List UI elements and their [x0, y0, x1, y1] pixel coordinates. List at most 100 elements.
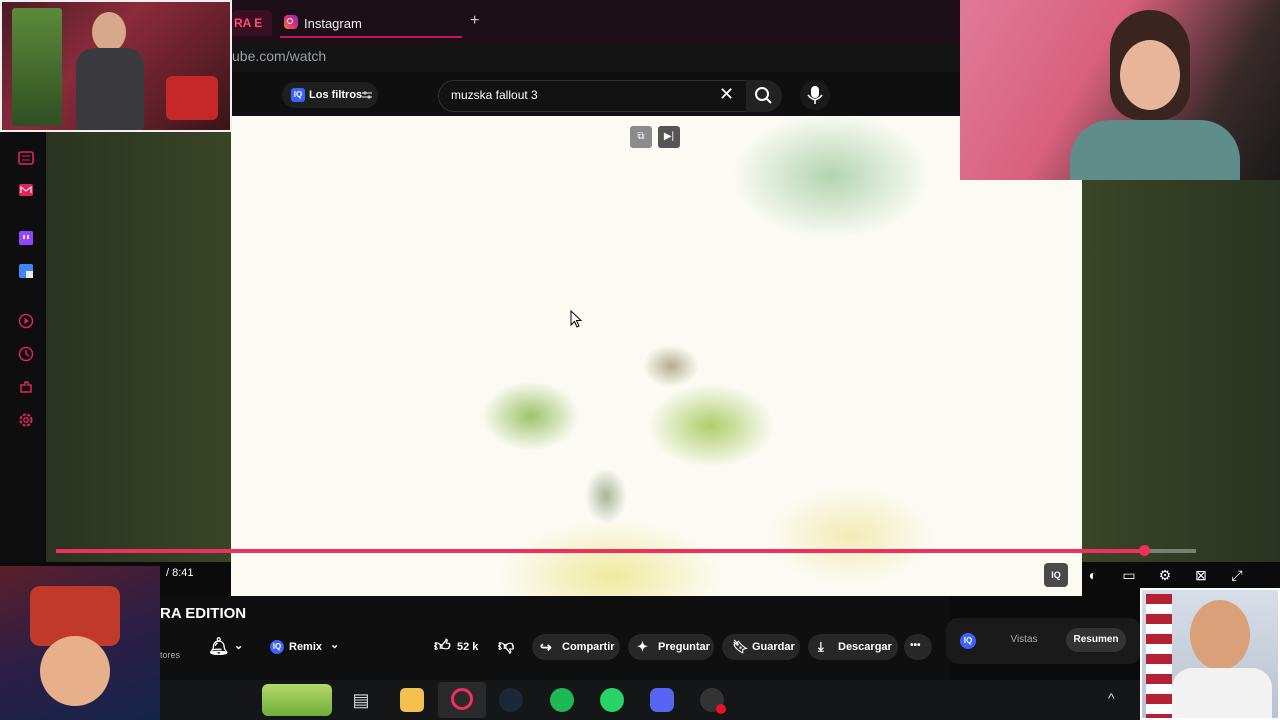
browser-tab-active-label: RA E	[234, 16, 263, 30]
thumbs-down-icon[interactable]: 👎︎	[498, 637, 514, 656]
person-face	[1120, 40, 1180, 110]
extension-sidebar	[0, 132, 46, 562]
sparkle-icon: ✦	[637, 639, 648, 654]
iq-player-button[interactable]: IQ	[1044, 563, 1068, 587]
microphone-icon	[807, 86, 823, 104]
voice-search-button[interactable]	[800, 80, 830, 110]
poster-image	[12, 8, 62, 126]
opera-icon	[451, 688, 473, 710]
thumbs-up-icon[interactable]: 👍︎	[434, 637, 451, 656]
tab-views[interactable]: Vistas	[1002, 628, 1046, 652]
search-icon	[755, 87, 772, 104]
play-circle-icon[interactable]	[18, 313, 34, 329]
chevron-down-icon: ⌄	[234, 640, 244, 652]
remix-label: Remix	[289, 641, 323, 653]
search-button[interactable]	[746, 80, 782, 112]
twitch-icon[interactable]	[18, 230, 34, 246]
filters-button[interactable]: IQ Los filtros	[282, 82, 378, 108]
more-horizontal-icon: •••	[910, 640, 921, 651]
person-shirt	[1070, 120, 1240, 180]
settings-gear-icon[interactable]	[18, 412, 34, 428]
save-button[interactable]: 🔖︎ Guardar	[722, 634, 800, 660]
video-progress-bar[interactable]	[56, 545, 1196, 556]
download-button[interactable]: ⤓ Descargar	[808, 634, 898, 660]
iq-badge-icon: IQ	[960, 633, 976, 649]
browser-tab-instagram[interactable]: Instagram	[280, 10, 462, 38]
progress-played	[56, 549, 1144, 553]
task-view-icon[interactable]: ▤	[349, 688, 373, 712]
share-arrow-icon: ↪	[540, 639, 552, 655]
iq-side-panel: IQ Vistas Resumen	[946, 618, 1141, 664]
remix-button[interactable]: IQ Remix ⌄	[264, 634, 346, 660]
address-bar-url: ube.com/watch	[232, 48, 327, 64]
download-icon: ⤓	[818, 639, 824, 654]
widgets-thumbnail[interactable]	[262, 684, 332, 716]
popout-icon[interactable]: ⧉	[630, 126, 652, 148]
sliders-icon	[362, 91, 372, 99]
miniplayer-icon[interactable]: ⊠	[1189, 563, 1213, 587]
whatsapp-icon[interactable]	[600, 688, 624, 712]
subscriber-count: tores	[160, 650, 181, 660]
browser-tab-instagram-label: Instagram	[304, 16, 362, 31]
translate-icon[interactable]	[18, 263, 34, 279]
settings-icon[interactable]: ⚙	[1153, 563, 1177, 587]
recording-dot-icon	[716, 704, 726, 714]
more-actions-button[interactable]: •••	[904, 634, 932, 660]
steam-icon[interactable]	[499, 688, 523, 712]
notification-bell-button[interactable]: 🔔︎ ⌄	[200, 634, 256, 660]
fullscreen-icon[interactable]: ⤢	[1225, 563, 1249, 587]
webcam-overlay-top-right	[960, 0, 1280, 180]
iq-badge-icon: IQ	[270, 640, 284, 654]
player-right-controls: IQ ◐ ▭ ⚙ ⊠ ⤢	[1044, 563, 1258, 587]
browser-tab-active[interactable]: RA E	[232, 10, 272, 36]
ask-label: Preguntar	[658, 641, 710, 653]
time-display: / 8:41	[166, 567, 194, 579]
bookmark-icon: 🔖︎	[732, 639, 749, 654]
spotify-icon[interactable]	[550, 688, 574, 712]
like-dislike-group: 👍︎ 52 k 👎︎	[428, 634, 524, 660]
bell-icon: 🔔︎	[208, 637, 230, 656]
video-overlay-controls: ⧉ ▶|	[630, 126, 682, 148]
search-box[interactable]: ✕	[438, 80, 748, 112]
video-frame[interactable]	[231, 116, 1082, 596]
share-label: Compartir	[562, 641, 615, 653]
obs-icon[interactable]	[700, 688, 726, 714]
subtitles-icon[interactable]: ▭	[1117, 563, 1141, 587]
puzzle-icon[interactable]	[18, 379, 34, 395]
instagram-icon	[284, 15, 298, 29]
astronaut-overlay-bottom-right	[1140, 588, 1280, 720]
progress-scrubber[interactable]	[1138, 545, 1150, 556]
file-explorer-icon[interactable]	[400, 688, 424, 712]
snack-bag	[166, 76, 218, 120]
cartoon-overlay-bottom-left	[0, 566, 160, 720]
clear-search-icon[interactable]: ✕	[719, 84, 734, 105]
address-bar[interactable]: ube.com/watch	[232, 44, 960, 72]
save-label: Guardar	[752, 641, 795, 653]
filters-label: Los filtros	[309, 89, 363, 101]
share-button[interactable]: ↪ Compartir	[532, 634, 620, 660]
mail-icon[interactable]	[18, 182, 34, 198]
tray-expand-icon[interactable]: ^	[1108, 690, 1115, 706]
iq-badge-icon: IQ	[291, 88, 305, 102]
spacesuit	[1172, 668, 1272, 718]
history-icon[interactable]	[18, 346, 34, 362]
tab-summary[interactable]: Resumen	[1066, 628, 1126, 652]
taskbar-active-app[interactable]	[438, 682, 486, 718]
new-tab-button[interactable]: +	[470, 12, 479, 30]
discord-icon[interactable]	[650, 688, 674, 712]
video-title: RA EDITION	[160, 605, 247, 622]
ambient-glow-right	[1082, 180, 1280, 562]
next-frame-icon[interactable]: ▶|	[658, 126, 680, 148]
ambient-glow-left	[46, 132, 232, 562]
person-body	[76, 48, 144, 130]
search-input[interactable]	[449, 87, 713, 103]
person-head	[92, 12, 126, 52]
mouse-cursor-icon	[570, 310, 583, 328]
chevron-down-icon: ⌄	[330, 639, 340, 651]
like-count[interactable]: 52 k	[457, 641, 478, 653]
notebook-icon[interactable]	[18, 150, 34, 166]
webcam-overlay-top-left	[0, 0, 232, 132]
ask-button[interactable]: ✦ Preguntar	[628, 634, 714, 660]
person-face	[1190, 600, 1250, 670]
autoplay-toggle-icon[interactable]: ◐	[1081, 563, 1105, 587]
